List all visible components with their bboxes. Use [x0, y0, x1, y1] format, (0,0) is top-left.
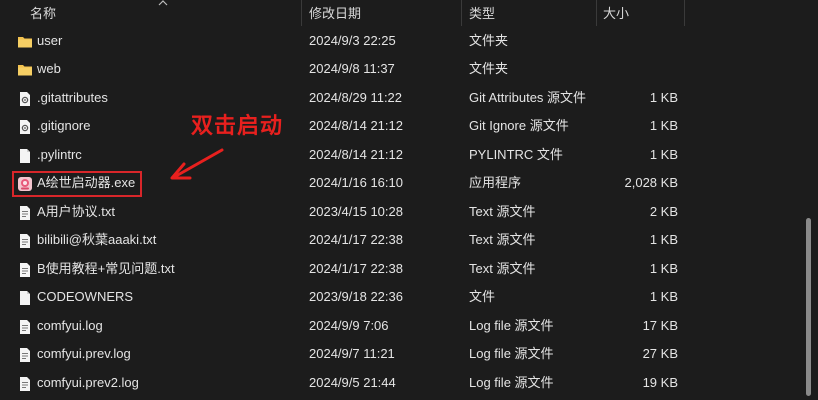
file-type: 文件 [469, 289, 496, 304]
file-size: 1 KB [649, 90, 678, 105]
file-date: 2023/9/18 22:36 [309, 289, 403, 304]
text-file-icon [20, 377, 30, 391]
text-file-icon [20, 348, 30, 362]
file-name: bilibili@秋葉aaaki.txt [37, 232, 157, 247]
folder-icon [18, 65, 32, 76]
folder-icon [18, 37, 32, 48]
column-name-header[interactable]: 名称 [30, 0, 56, 26]
file-name: A用户协议.txt [37, 204, 116, 219]
file-type: Log file 源文件 [469, 318, 554, 333]
file-size: 17 KB [642, 318, 678, 333]
file-date: 2024/9/8 11:37 [309, 61, 395, 76]
file-size: 1 KB [649, 289, 678, 304]
file-size: 1 KB [649, 261, 678, 276]
file-date: 2024/9/3 22:25 [309, 33, 396, 48]
file-type: Git Ignore 源文件 [469, 118, 569, 133]
file-type: Log file 源文件 [469, 375, 554, 390]
file-date: 2024/9/7 11:21 [309, 346, 395, 361]
text-file-icon [20, 206, 30, 220]
file-name: CODEOWNERS [37, 289, 134, 304]
file-row[interactable]: .pylintrc 2024/8/14 21:12 PYLINTRC 文件 1 … [0, 140, 800, 168]
file-date: 2024/1/16 16:10 [309, 175, 403, 190]
file-size: 19 KB [642, 375, 678, 390]
file-name: .gitignore [37, 118, 91, 133]
file-type: Text 源文件 [469, 232, 536, 247]
file-type: Git Attributes 源文件 [469, 90, 587, 105]
file-name: comfyui.log [37, 318, 103, 333]
file-type: Text 源文件 [469, 261, 536, 276]
file-name: user [37, 33, 63, 48]
text-file-icon [20, 320, 30, 334]
annotation-arrow-icon [170, 148, 224, 180]
file-size: 2 KB [649, 204, 678, 219]
file-type: 文件夹 [469, 33, 509, 48]
file-type: Text 源文件 [469, 204, 536, 219]
sort-caret-icon [158, 0, 168, 6]
file-row[interactable]: bilibili@秋葉aaaki.txt 2024/1/17 22:38 Tex… [0, 225, 800, 253]
file-size: 1 KB [649, 232, 678, 247]
file-row[interactable]: A用户协议.txt 2023/4/15 10:28 Text 源文件 2 KB [0, 197, 800, 225]
column-header: 名称 修改日期 类型 大小 [0, 0, 818, 26]
column-divider[interactable] [596, 0, 597, 26]
blank-file-icon [20, 149, 30, 163]
file-row[interactable]: .gitignore 2024/8/14 21:12 Git Ignore 源文… [0, 111, 800, 139]
vertical-scrollbar[interactable] [800, 0, 818, 400]
file-name: web [37, 61, 61, 76]
column-type-header[interactable]: 类型 [469, 0, 495, 26]
file-name: B使用教程+常见问题.txt [37, 261, 175, 276]
file-row[interactable]: B使用教程+常见问题.txt 2024/1/17 22:38 Text 源文件 … [0, 254, 800, 282]
file-date: 2023/4/15 10:28 [309, 204, 403, 219]
file-name: .pylintrc [37, 147, 82, 162]
file-row[interactable]: user 2024/9/3 22:25 文件夹 [0, 26, 800, 54]
file-type: PYLINTRC 文件 [469, 147, 563, 162]
scrollbar-thumb[interactable] [806, 218, 811, 396]
column-size-header[interactable]: 大小 [603, 0, 629, 26]
file-row[interactable]: .gitattributes 2024/8/29 11:22 Git Attri… [0, 83, 800, 111]
file-row[interactable]: comfyui.prev.log 2024/9/7 11:21 Log file… [0, 339, 800, 367]
file-size: 1 KB [649, 147, 678, 162]
file-size: 1 KB [649, 118, 678, 133]
gear-file-icon [20, 120, 30, 134]
file-date: 2024/9/5 21:44 [309, 375, 396, 390]
file-date: 2024/8/29 11:22 [309, 90, 403, 105]
file-date: 2024/1/17 22:38 [309, 261, 403, 276]
file-row[interactable]: web 2024/9/8 11:37 文件夹 [0, 54, 800, 82]
file-type: 文件夹 [469, 61, 509, 76]
file-date: 2024/8/14 21:12 [309, 147, 403, 162]
blank-file-icon [20, 291, 30, 305]
file-name: comfyui.prev2.log [37, 375, 139, 390]
file-size: 2,028 KB [624, 175, 679, 190]
file-name: comfyui.prev.log [37, 346, 131, 361]
file-name: .gitattributes [37, 90, 108, 105]
file-date: 2024/9/9 7:06 [309, 318, 389, 333]
text-file-icon [20, 234, 30, 248]
annotation-label: 双击启动 [191, 114, 284, 139]
text-file-icon [20, 263, 30, 277]
file-row[interactable]: CODEOWNERS 2023/9/18 22:36 文件 1 KB [0, 282, 800, 310]
file-date: 2024/8/14 21:12 [309, 118, 403, 133]
column-date-header[interactable]: 修改日期 [309, 0, 361, 26]
file-row[interactable]: comfyui.prev2.log 2024/9/5 21:44 Log fil… [0, 368, 800, 396]
gear-file-icon [20, 92, 30, 106]
file-size: 27 KB [642, 346, 678, 361]
file-type: Log file 源文件 [469, 346, 554, 361]
column-divider[interactable] [301, 0, 302, 26]
file-date: 2024/1/17 22:38 [309, 232, 403, 247]
highlight-box [12, 171, 142, 197]
file-type: 应用程序 [469, 175, 522, 190]
column-divider[interactable] [684, 0, 685, 26]
file-row[interactable]: comfyui.log 2024/9/9 7:06 Log file 源文件 1… [0, 311, 800, 339]
column-divider[interactable] [461, 0, 462, 26]
